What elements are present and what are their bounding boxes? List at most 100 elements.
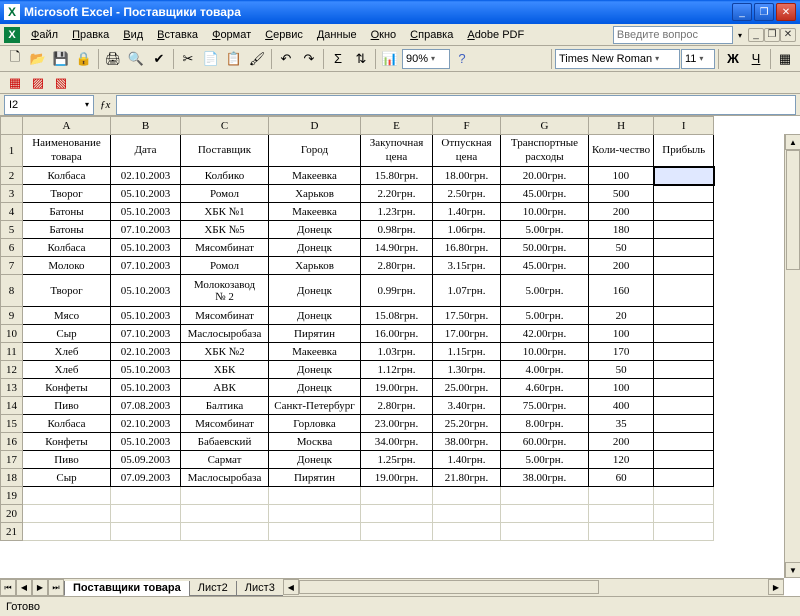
cell[interactable]: 50.00грн. — [501, 239, 589, 257]
cell[interactable]: Мясомбинат — [181, 239, 269, 257]
row-header-13[interactable]: 13 — [1, 379, 23, 397]
cell[interactable]: Пиво — [23, 397, 111, 415]
cell[interactable]: 180 — [589, 221, 654, 239]
menu-Правка[interactable]: Правка — [65, 27, 116, 43]
cell[interactable]: 02.10.2003 — [111, 343, 181, 361]
col-header-D[interactable]: D — [269, 117, 361, 135]
header-cell[interactable]: Коли-чество — [589, 135, 654, 167]
cell[interactable]: Колбаса — [23, 167, 111, 185]
cell[interactable] — [433, 505, 501, 523]
cell[interactable] — [361, 487, 433, 505]
cell[interactable]: 2.20грн. — [361, 185, 433, 203]
cell[interactable]: Маслосыробаза — [181, 469, 269, 487]
cell[interactable]: 50 — [589, 239, 654, 257]
cell[interactable]: 35 — [589, 415, 654, 433]
cell[interactable] — [433, 523, 501, 541]
cell[interactable]: 34.00грн. — [361, 433, 433, 451]
col-header-A[interactable]: A — [23, 117, 111, 135]
save-button[interactable]: 💾 — [50, 48, 72, 70]
cell[interactable] — [361, 505, 433, 523]
scroll-thumb-h[interactable] — [299, 580, 599, 594]
cell[interactable]: 05.10.2003 — [111, 203, 181, 221]
cell[interactable]: Макеевка — [269, 203, 361, 221]
header-cell[interactable]: Наименованиетовара — [23, 135, 111, 167]
cell[interactable]: Колбаса — [23, 239, 111, 257]
sheet-tab-3[interactable]: Лист3 — [236, 581, 284, 596]
header-cell[interactable]: Дата — [111, 135, 181, 167]
cell[interactable]: Мясо — [23, 307, 111, 325]
row-header-11[interactable]: 11 — [1, 343, 23, 361]
cell[interactable] — [654, 239, 714, 257]
cell[interactable]: 14.90грн. — [361, 239, 433, 257]
cell[interactable] — [654, 307, 714, 325]
cell[interactable]: Бабаевский — [181, 433, 269, 451]
cell[interactable]: 3.15грн. — [433, 257, 501, 275]
cell[interactable]: 0.99грн. — [361, 275, 433, 307]
row-header-4[interactable]: 4 — [1, 203, 23, 221]
cell[interactable] — [654, 257, 714, 275]
cell[interactable] — [269, 523, 361, 541]
zoom-combo[interactable]: 90%▾ — [402, 49, 450, 69]
copy-button[interactable]: 📄 — [200, 48, 222, 70]
cell[interactable]: Макеевка — [269, 343, 361, 361]
cell[interactable] — [23, 487, 111, 505]
row-header-20[interactable]: 20 — [1, 505, 23, 523]
col-header-G[interactable]: G — [501, 117, 589, 135]
cell[interactable]: 45.00грн. — [501, 185, 589, 203]
cell[interactable]: 21.80грн. — [433, 469, 501, 487]
cell[interactable]: 16.80грн. — [433, 239, 501, 257]
pdf-btn-1[interactable]: ▦ — [4, 72, 26, 94]
cell[interactable]: Колбико — [181, 167, 269, 185]
sort-button[interactable]: ⇅ — [350, 48, 372, 70]
cell[interactable]: 38.00грн. — [501, 469, 589, 487]
cell[interactable]: 120 — [589, 451, 654, 469]
cell[interactable]: 05.10.2003 — [111, 361, 181, 379]
cell[interactable]: 1.07грн. — [433, 275, 501, 307]
cell[interactable]: Сыр — [23, 469, 111, 487]
cell[interactable] — [111, 487, 181, 505]
cell[interactable] — [654, 343, 714, 361]
menu-Adobe PDF[interactable]: Adobe PDF — [460, 27, 531, 43]
header-cell[interactable]: Город — [269, 135, 361, 167]
cell[interactable]: Хлеб — [23, 343, 111, 361]
cell[interactable]: 07.10.2003 — [111, 325, 181, 343]
cell[interactable]: 20 — [589, 307, 654, 325]
cell[interactable]: 23.00грн. — [361, 415, 433, 433]
cell[interactable] — [654, 379, 714, 397]
row-header-17[interactable]: 17 — [1, 451, 23, 469]
paste-button[interactable]: 📋 — [223, 48, 245, 70]
cell[interactable]: Конфеты — [23, 379, 111, 397]
cell[interactable]: ХБК №5 — [181, 221, 269, 239]
header-cell[interactable]: Отпускнаяцена — [433, 135, 501, 167]
header-cell[interactable]: Поставщик — [181, 135, 269, 167]
menu-Данные[interactable]: Данные — [310, 27, 364, 43]
menu-Справка[interactable]: Справка — [403, 27, 460, 43]
cell[interactable]: Донецк — [269, 221, 361, 239]
cell[interactable]: 200 — [589, 257, 654, 275]
cell[interactable]: Мясомбинат — [181, 307, 269, 325]
bold-button[interactable]: Ж — [722, 48, 744, 70]
cell[interactable]: ХБК №2 — [181, 343, 269, 361]
cell[interactable] — [111, 523, 181, 541]
cell[interactable]: Макеевка — [269, 167, 361, 185]
cell[interactable]: 0.98грн. — [361, 221, 433, 239]
cell[interactable]: 200 — [589, 433, 654, 451]
cell[interactable]: Пирятин — [269, 325, 361, 343]
cell[interactable]: Колбаса — [23, 415, 111, 433]
cell[interactable] — [181, 505, 269, 523]
cell[interactable]: 400 — [589, 397, 654, 415]
cell[interactable] — [654, 451, 714, 469]
scroll-right-button[interactable]: ▶ — [768, 579, 784, 595]
cell[interactable]: Творог — [23, 275, 111, 307]
cell[interactable]: Донецк — [269, 379, 361, 397]
header-cell[interactable]: Закупочнаяцена — [361, 135, 433, 167]
cell[interactable] — [654, 487, 714, 505]
cell[interactable]: 42.00грн. — [501, 325, 589, 343]
menu-Вставка[interactable]: Вставка — [150, 27, 205, 43]
col-header-H[interactable]: H — [589, 117, 654, 135]
cell[interactable] — [501, 487, 589, 505]
cell[interactable]: 05.10.2003 — [111, 433, 181, 451]
cell[interactable]: Горловка — [269, 415, 361, 433]
row-header-5[interactable]: 5 — [1, 221, 23, 239]
format-painter-button[interactable]: 🖌 — [246, 48, 268, 70]
